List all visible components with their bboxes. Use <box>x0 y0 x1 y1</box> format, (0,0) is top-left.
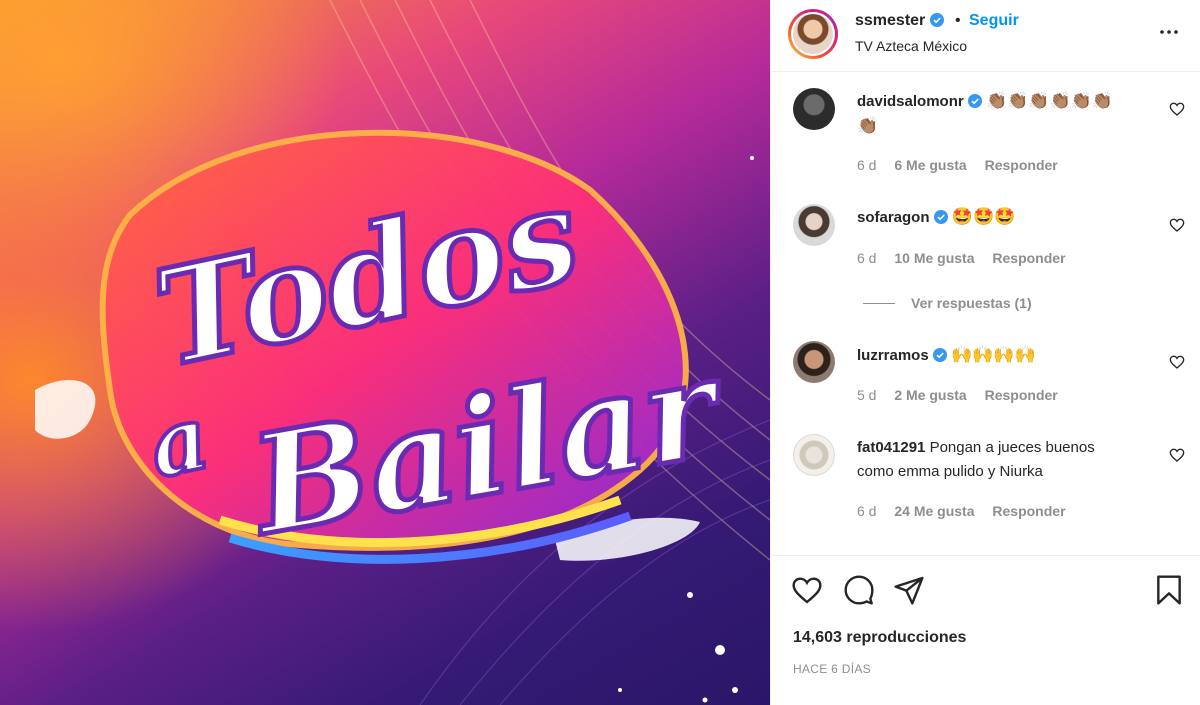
comment-text: luzrramos 🙌🙌🙌🙌 <box>857 343 1036 368</box>
post-location[interactable]: TV Azteca México <box>855 38 967 54</box>
commenter-avatar[interactable] <box>793 204 835 246</box>
bookmark-icon[interactable] <box>1153 574 1185 606</box>
post-header: ssmester • Seguir TV Azteca México <box>771 0 1200 72</box>
reply-button[interactable]: Responder <box>985 387 1058 403</box>
reply-button[interactable]: Responder <box>985 157 1058 173</box>
comment-body: 👏🏽👏🏽👏🏽👏🏽👏🏽👏🏽 <box>986 91 1114 111</box>
comment-like-icon[interactable] <box>1169 354 1185 370</box>
comment-like-icon[interactable] <box>1169 217 1185 233</box>
media-artwork: Todos a Bailar <box>35 0 770 705</box>
comment-username[interactable]: fat041291 <box>857 439 925 456</box>
post-media-video[interactable]: Todos a Bailar <box>0 0 770 705</box>
more-horizontal-icon[interactable] <box>1157 20 1181 44</box>
comment-username[interactable]: luzrramos <box>857 347 929 364</box>
view-count[interactable]: 14,603 reproducciones <box>793 629 966 647</box>
author-username[interactable]: ssmester <box>855 12 944 30</box>
comment-like-icon[interactable] <box>1169 447 1185 463</box>
replies-divider <box>863 303 895 304</box>
comment-body-cont: 👏🏽 <box>857 116 879 136</box>
comment-meta: 6 d 24 Me gusta Responder <box>857 503 1080 519</box>
comment-body-cont: como emma pulido y Niurka <box>857 463 1043 480</box>
comment-username[interactable]: davidsalomonr <box>857 93 964 110</box>
comment-icon[interactable] <box>843 574 875 606</box>
comment-time[interactable]: 6 d <box>857 157 876 173</box>
paper-plane-icon[interactable] <box>893 574 925 606</box>
comment-time[interactable]: 5 d <box>857 387 876 403</box>
comment-text: fat041291 Pongan a jueces buenos como em… <box>857 436 1095 484</box>
comment-text: davidsalomonr 👏🏽👏🏽👏🏽👏🏽👏🏽👏🏽 👏🏽 <box>857 89 1113 139</box>
post-panel: ssmester • Seguir TV Azteca México david… <box>770 0 1200 705</box>
author-avatar[interactable] <box>788 9 838 59</box>
header-separator: • <box>955 12 961 29</box>
comment-likes[interactable]: 6 Me gusta <box>894 157 966 173</box>
verified-badge-icon <box>933 210 948 224</box>
reply-button[interactable]: Responder <box>992 250 1065 266</box>
commenter-avatar[interactable] <box>793 88 835 130</box>
comment-like-icon[interactable] <box>1169 101 1185 117</box>
comment-likes[interactable]: 2 Me gusta <box>894 387 966 403</box>
comment-body: Pongan a jueces buenos <box>929 439 1095 456</box>
comment-time[interactable]: 6 d <box>857 503 876 519</box>
comment-likes[interactable]: 10 Me gusta <box>894 250 974 266</box>
comment-meta: 5 d 2 Me gusta Responder <box>857 387 1072 403</box>
comment-username[interactable]: sofaragon <box>857 209 930 226</box>
verified-badge-icon <box>932 348 947 362</box>
post-actions: 14,603 reproducciones HACE 6 DÍAS <box>771 555 1200 705</box>
verified-badge-icon <box>967 94 982 108</box>
comment-text: sofaragon 🤩🤩🤩 <box>857 205 1015 230</box>
commenter-avatar[interactable] <box>793 341 835 383</box>
comment-likes[interactable]: 24 Me gusta <box>894 503 974 519</box>
comment-meta: 6 d 6 Me gusta Responder <box>857 157 1072 173</box>
comments-list: davidsalomonr 👏🏽👏🏽👏🏽👏🏽👏🏽👏🏽 👏🏽 6 d 6 Me g… <box>771 73 1200 555</box>
verified-badge-icon <box>929 13 944 27</box>
commenter-avatar[interactable] <box>793 434 835 476</box>
heart-icon[interactable] <box>791 574 823 606</box>
view-replies-button[interactable]: Ver respuestas (1) <box>863 295 1032 311</box>
comment-time[interactable]: 6 d <box>857 250 876 266</box>
comment-body: 🙌🙌🙌🙌 <box>951 345 1036 365</box>
reply-button[interactable]: Responder <box>992 503 1065 519</box>
post-timestamp[interactable]: HACE 6 DÍAS <box>793 662 871 676</box>
follow-button[interactable]: Seguir <box>969 12 1019 30</box>
comment-body: 🤩🤩🤩 <box>951 207 1016 227</box>
comment-meta: 6 d 10 Me gusta Responder <box>857 250 1080 266</box>
